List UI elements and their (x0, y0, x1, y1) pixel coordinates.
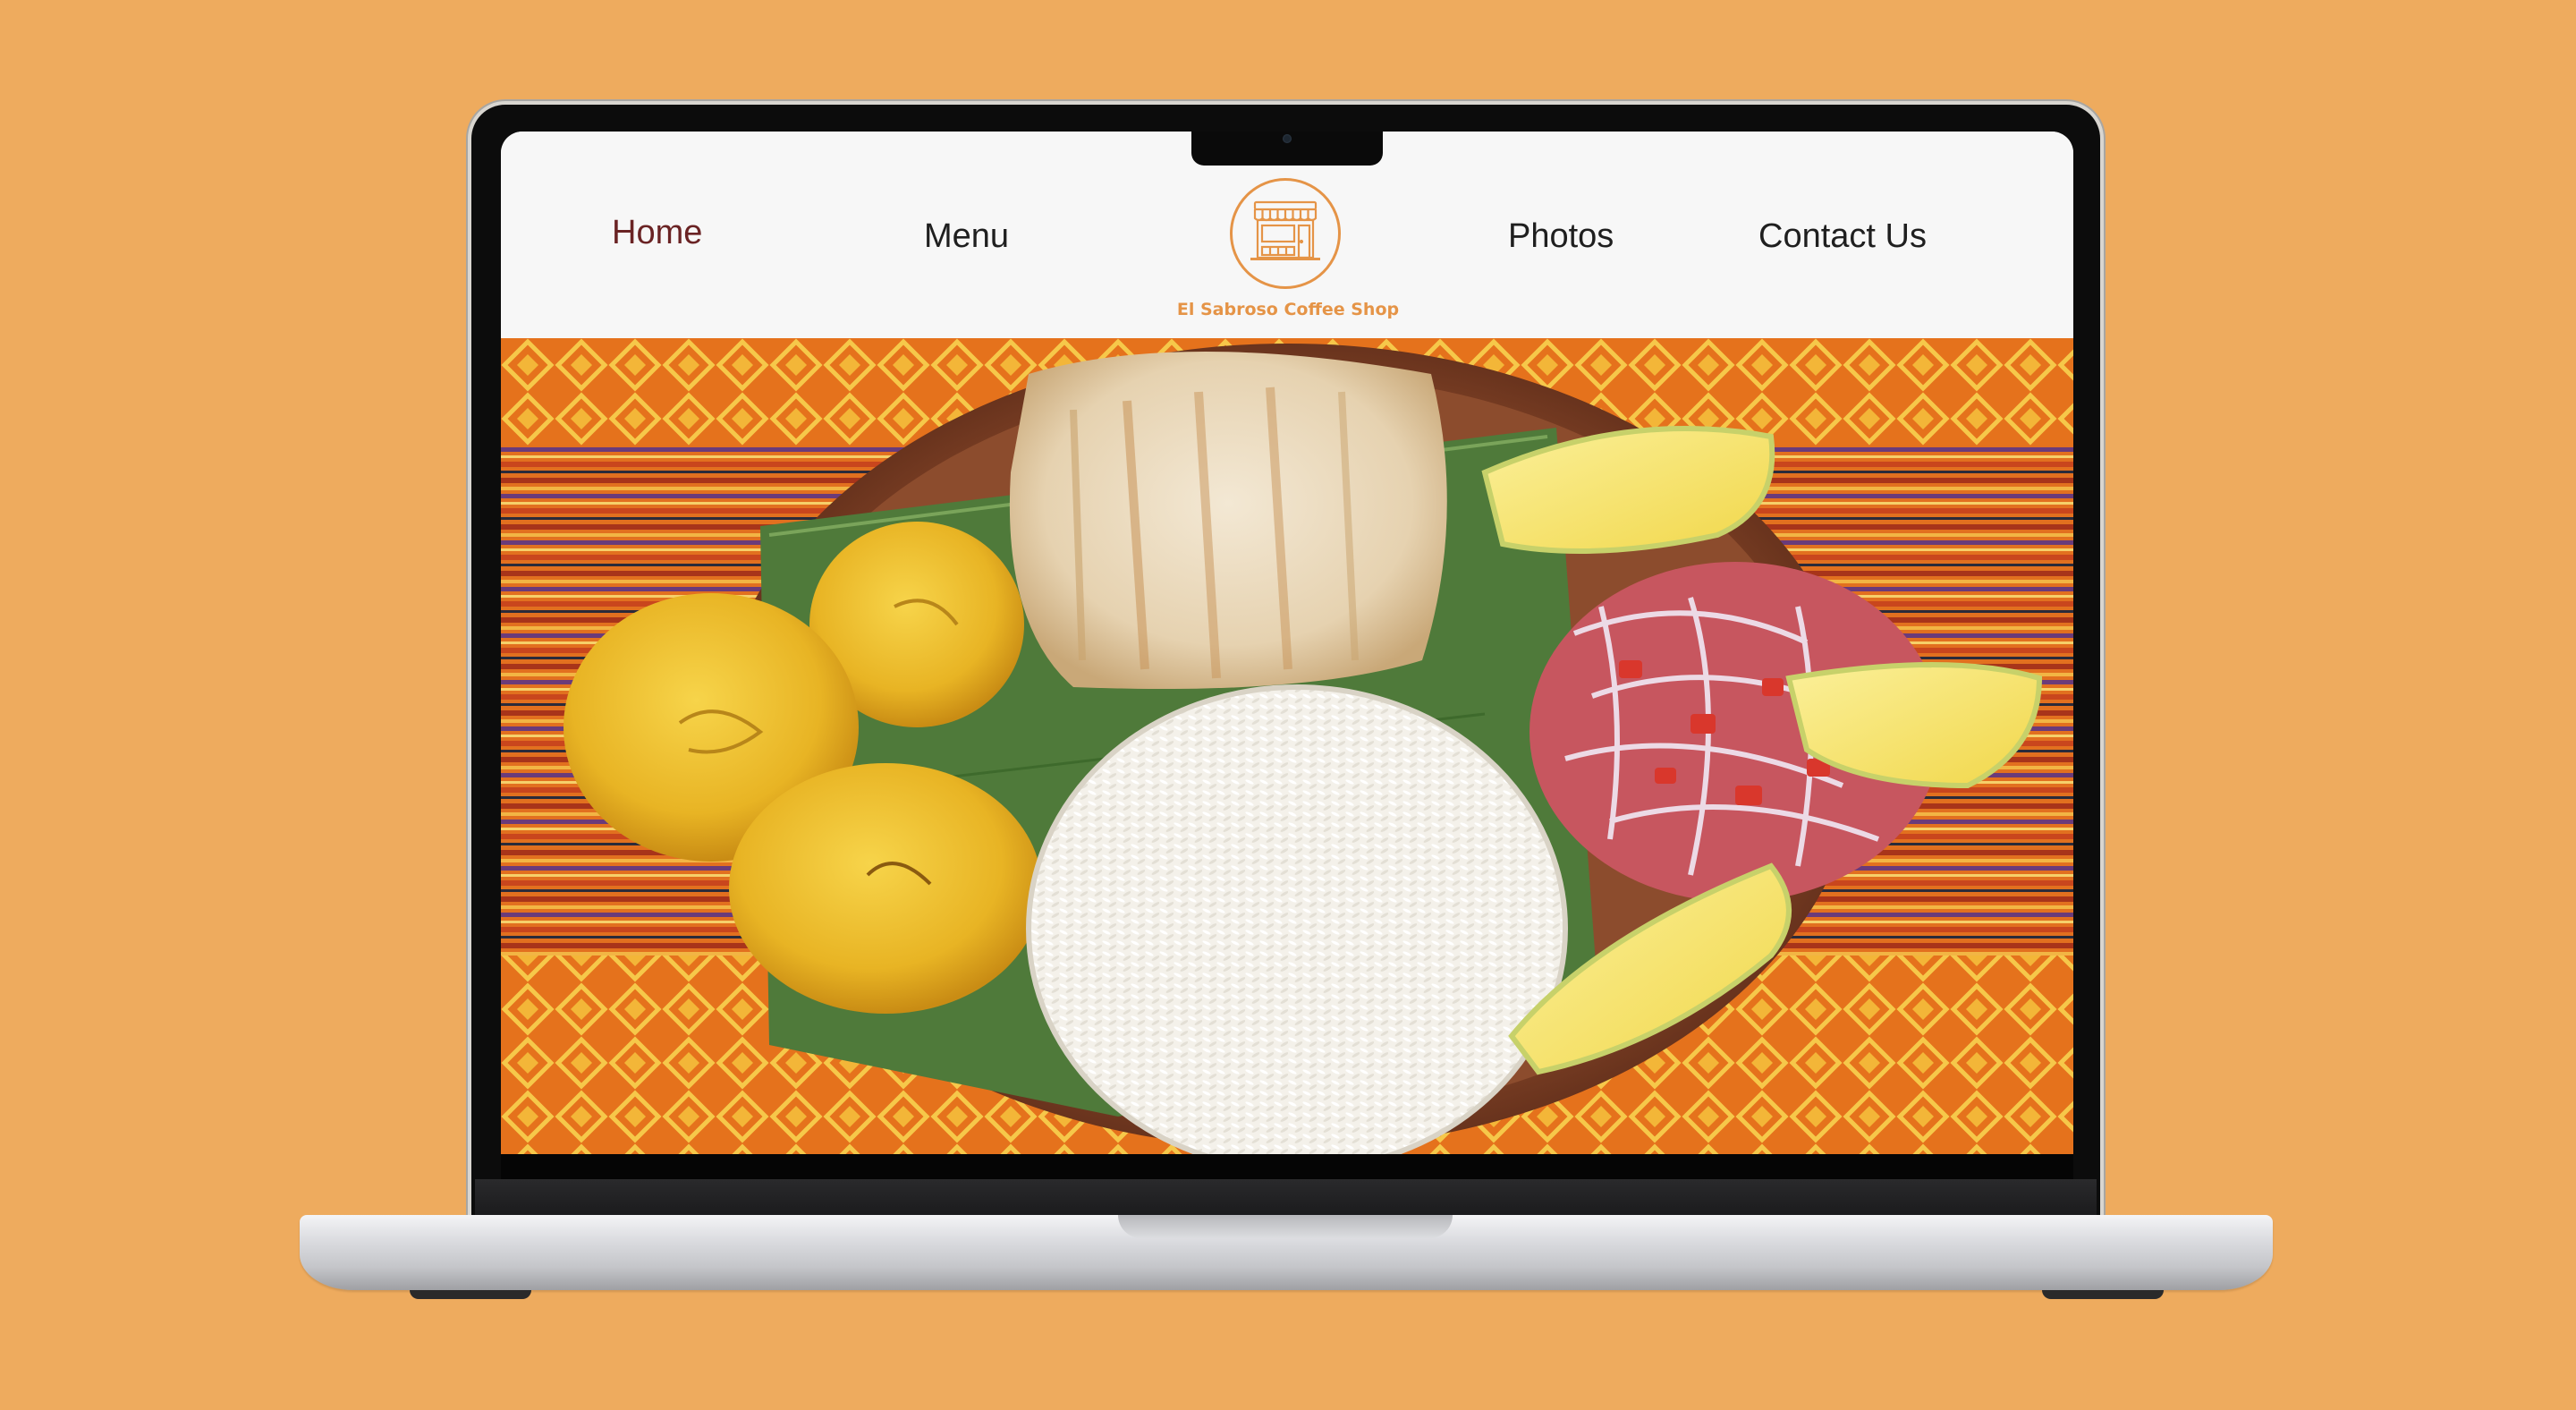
food-plate-illustration (501, 338, 2073, 1154)
nav-home-link[interactable]: Home (612, 214, 702, 252)
laptop-opening-lip (1118, 1215, 1453, 1238)
site-logo[interactable] (1230, 178, 1341, 289)
storefront-icon (1250, 200, 1320, 260)
nav-contact-link[interactable]: Contact Us (1758, 217, 1927, 256)
laptop-foot-right (2042, 1290, 2164, 1299)
nav-photos-link[interactable]: Photos (1508, 217, 1614, 256)
laptop-screen: Home Menu El Sabroso Coffee Shop Photos … (501, 132, 2073, 1154)
hero-image (501, 338, 2073, 1154)
brand-name: El Sabroso Coffee Shop (1176, 300, 1400, 319)
camera-icon (1283, 134, 1292, 143)
laptop-foot-left (410, 1290, 531, 1299)
screen-bottom-bezel (501, 1154, 2073, 1179)
nav-menu-link[interactable]: Menu (924, 217, 1009, 256)
laptop-lower-bezel (475, 1179, 2097, 1218)
